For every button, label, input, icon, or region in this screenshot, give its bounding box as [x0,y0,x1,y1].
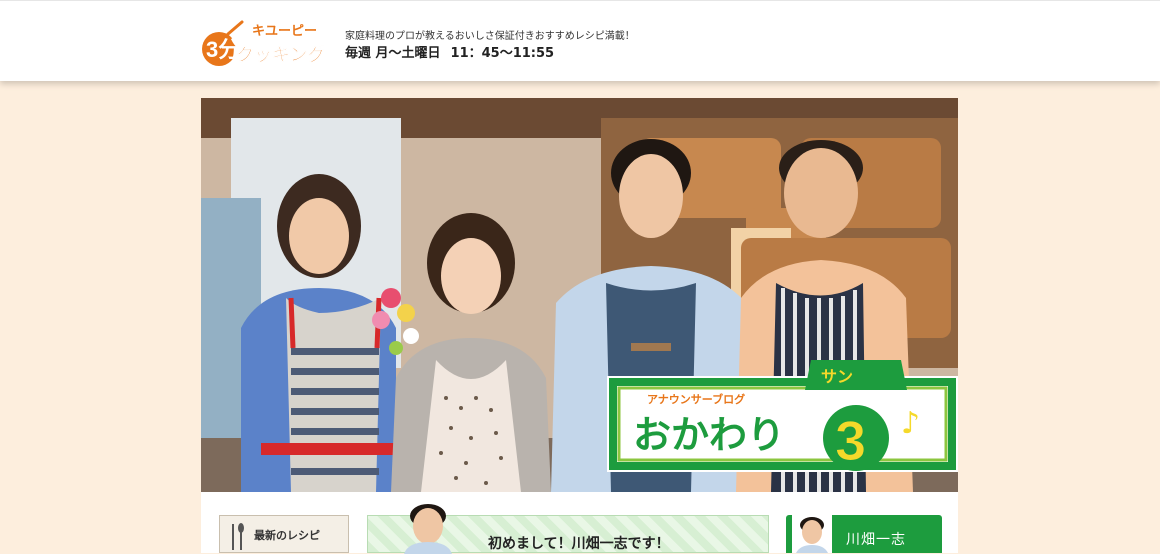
hero-banner[interactable]: サン アナウンサーブログ おかわり 3 ♪ [201,98,958,492]
badge-number: 3 [835,409,866,472]
profile-name: 川畑一志 [846,532,906,548]
latest-recipes-label: 最新のレシピ [254,529,320,542]
content-area: 最新のレシピ 初めまして！川畑一志です！ 川畑一志 [201,492,958,554]
badge-small: アナウンサーブログ [647,392,745,406]
schedule-days: 毎週 月〜土曜日 [345,46,441,61]
badge-note: ♪ [901,406,920,441]
svg-text:クッキング: クッキング [236,44,324,65]
profile-tab[interactable]: 川畑一志 [786,515,942,553]
profile-avatar [792,515,832,553]
utensils-icon [232,523,244,550]
badge-main: おかわり [633,415,785,457]
site-logo[interactable]: 3分 キユーピー クッキング [200,17,326,71]
author-avatar [404,504,452,554]
blog-post-banner[interactable]: 初めまして！川畑一志です！ [367,504,769,554]
site-tagline: 家庭料理のプロが教えるおいしさ保証付きおすすめレシピ満載！ [345,31,635,42]
latest-recipes-box[interactable]: 最新のレシピ [219,515,349,553]
svg-text:キユーピー: キユーピー [252,23,317,38]
broadcast-schedule: 毎週 月〜土曜日 11：45〜11:55 [345,42,554,61]
schedule-time: 11：45〜11:55 [450,46,555,61]
badge-reading: サン [821,368,853,386]
blog-badge: サン アナウンサーブログ おかわり 3 ♪ [607,360,958,473]
site-header: 3分 キユーピー クッキング 家庭料理のプロが教えるおいしさ保証付きおすすめレシ… [0,0,1160,81]
hero-photo: サン アナウンサーブログ おかわり 3 ♪ [201,98,958,492]
blog-post-title: 初めまして！川畑一志です！ [488,536,670,552]
